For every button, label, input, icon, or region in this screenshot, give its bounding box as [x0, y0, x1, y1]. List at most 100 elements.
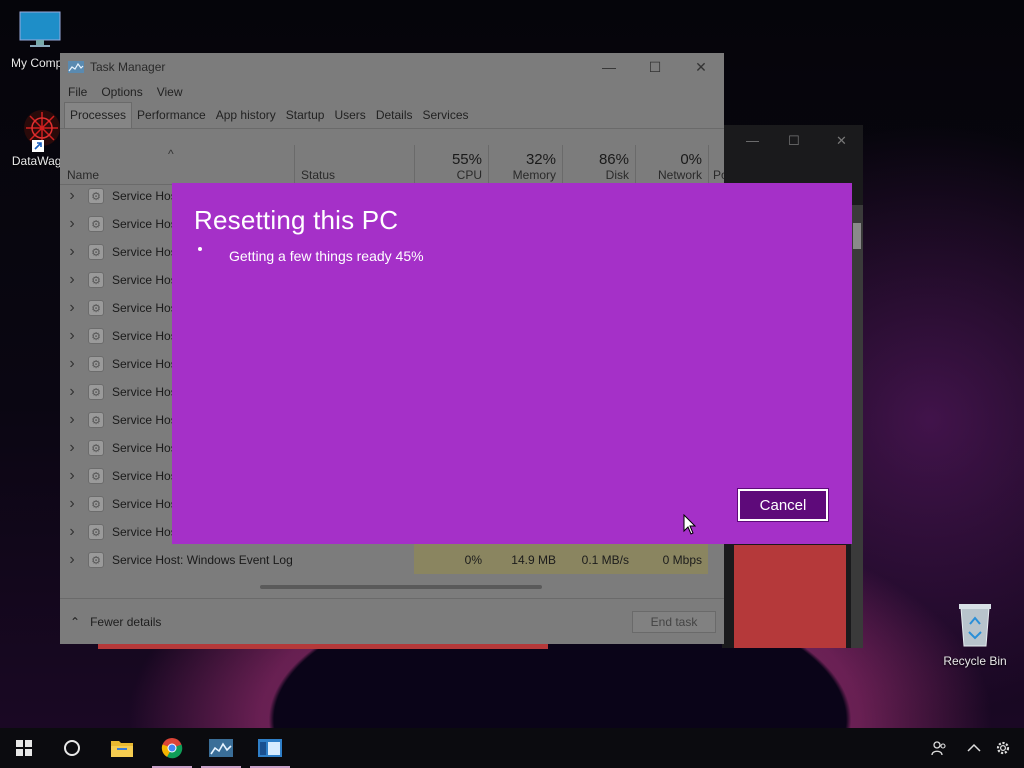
- service-gear-icon: ⚙: [88, 552, 104, 568]
- minimize-button[interactable]: —: [586, 53, 632, 81]
- footer: ⌃ Fewer details End task: [60, 598, 724, 644]
- expand-chevron-icon[interactable]: ›: [60, 551, 84, 569]
- tab-app-history[interactable]: App history: [211, 108, 281, 128]
- process-name: Service Host: Windows Event Log: [112, 553, 293, 567]
- column-cpu-label: CPU: [456, 168, 482, 182]
- tab-processes[interactable]: Processes: [64, 102, 133, 128]
- end-task-button[interactable]: End task: [632, 611, 716, 633]
- cortana-button[interactable]: [48, 728, 96, 768]
- recycle-bin-icon: [959, 604, 991, 647]
- cortana-icon: [64, 740, 80, 756]
- desktop-icon-recycle-bin[interactable]: Recycle Bin: [935, 602, 1015, 668]
- tab-startup[interactable]: Startup: [281, 108, 330, 128]
- expand-chevron-icon[interactable]: ›: [60, 299, 84, 317]
- maximize-button[interactable]: ☐: [788, 133, 800, 149]
- expand-chevron-icon[interactable]: ›: [60, 327, 84, 345]
- red-panel: [734, 545, 846, 648]
- service-gear-icon: ⚙: [88, 216, 104, 232]
- menu-file[interactable]: File: [68, 85, 87, 99]
- file-explorer-icon: [111, 741, 133, 757]
- taskbar-app-window[interactable]: [246, 728, 294, 768]
- expand-chevron-icon[interactable]: ›: [60, 187, 84, 205]
- horizontal-scrollbar-thumb[interactable]: [260, 585, 542, 589]
- task-manager-icon: [209, 739, 233, 757]
- start-icon: [16, 740, 32, 756]
- column-header-name[interactable]: Name: [60, 145, 294, 185]
- start-button[interactable]: [0, 728, 48, 768]
- process-name: Service Hos: [112, 497, 177, 511]
- taskbar-chrome[interactable]: [148, 728, 196, 768]
- cell-cpu: 0%: [414, 546, 488, 574]
- service-gear-icon: ⚙: [88, 356, 104, 372]
- minimize-button[interactable]: —: [746, 133, 759, 148]
- process-name: Service Hos: [112, 385, 177, 399]
- column-header-network[interactable]: 0% Network: [635, 145, 708, 185]
- cancel-button[interactable]: Cancel: [737, 488, 829, 522]
- fewer-details-button[interactable]: ⌃ Fewer details: [70, 615, 161, 629]
- menu-options[interactable]: Options: [101, 85, 142, 99]
- tab-strip: Processes Performance App history Startu…: [60, 102, 724, 129]
- memory-percent: 32%: [525, 151, 556, 168]
- process-name: Service Hos: [112, 441, 177, 455]
- vertical-scrollbar[interactable]: [851, 205, 863, 648]
- people-button[interactable]: [926, 728, 952, 768]
- reset-pc-dialog: Resetting this PC Getting a few things r…: [172, 183, 852, 544]
- column-header-disk[interactable]: 86% Disk: [562, 145, 635, 185]
- taskbar-file-explorer[interactable]: [98, 728, 146, 768]
- taskbar-task-manager[interactable]: [197, 728, 245, 768]
- service-gear-icon: ⚙: [88, 384, 104, 400]
- menu-bar: File Options View: [60, 81, 724, 103]
- menu-view[interactable]: View: [157, 85, 183, 99]
- service-gear-icon: ⚙: [88, 496, 104, 512]
- maximize-button[interactable]: ☐: [632, 53, 678, 81]
- expand-chevron-icon[interactable]: ›: [60, 271, 84, 289]
- process-name: Service Hos: [112, 301, 177, 315]
- process-name: Service Hos: [112, 469, 177, 483]
- expand-chevron-icon[interactable]: ›: [60, 215, 84, 233]
- cell-network: 0 Mbps: [635, 546, 708, 574]
- service-gear-icon: ⚙: [88, 468, 104, 484]
- tab-details[interactable]: Details: [371, 108, 418, 128]
- mouse-cursor-icon: [683, 514, 697, 535]
- process-name: Service Hos: [112, 217, 177, 231]
- tab-users[interactable]: Users: [329, 108, 370, 128]
- chevron-up-icon: ⌃: [70, 614, 81, 629]
- cell-memory: 14.9 MB: [488, 546, 562, 574]
- column-header-status[interactable]: Status: [294, 145, 414, 185]
- dialog-title: Resetting this PC: [194, 205, 399, 235]
- tab-performance[interactable]: Performance: [132, 108, 211, 128]
- expand-chevron-icon[interactable]: ›: [60, 243, 84, 261]
- tab-services[interactable]: Services: [418, 108, 474, 128]
- service-gear-icon: ⚙: [88, 328, 104, 344]
- scrollbar-thumb[interactable]: [853, 223, 861, 249]
- service-gear-icon: ⚙: [88, 188, 104, 204]
- column-header-cpu[interactable]: 55% CPU: [414, 145, 488, 185]
- desktop-icon-label: Recycle Bin: [943, 654, 1007, 668]
- app-window-icon: [258, 739, 282, 757]
- settings-button[interactable]: [990, 728, 1016, 768]
- expand-chevron-icon[interactable]: ›: [60, 383, 84, 401]
- column-name-label: Name: [67, 168, 100, 182]
- process-name: Service Hos: [112, 357, 177, 371]
- service-gear-icon: ⚙: [88, 272, 104, 288]
- expand-chevron-icon[interactable]: ›: [60, 495, 84, 513]
- expand-chevron-icon[interactable]: ›: [60, 355, 84, 373]
- progress-spinner-icon: [198, 247, 202, 251]
- expand-chevron-icon[interactable]: ›: [60, 523, 84, 541]
- shortcut-app-icon: [24, 110, 60, 152]
- column-network-label: Network: [657, 168, 702, 182]
- column-memory-label: Memory: [512, 168, 556, 182]
- close-button[interactable]: ✕: [678, 53, 724, 81]
- dialog-status-text: Getting a few things ready 45%: [229, 248, 424, 264]
- expand-chevron-icon[interactable]: ›: [60, 467, 84, 485]
- fewer-details-label: Fewer details: [90, 614, 162, 629]
- column-header-power[interactable]: Po: [708, 145, 724, 185]
- column-header-memory[interactable]: 32% Memory: [488, 145, 562, 185]
- people-icon: [931, 741, 946, 756]
- expand-chevron-icon[interactable]: ›: [60, 411, 84, 429]
- expand-chevron-icon[interactable]: ›: [60, 439, 84, 457]
- show-hidden-icons-button[interactable]: [962, 728, 986, 768]
- service-gear-icon: ⚙: [88, 440, 104, 456]
- close-button[interactable]: ✕: [836, 133, 847, 149]
- table-row[interactable]: › ⚙ Service Host: Windows Event Log 0% 14.9 …: [60, 546, 708, 574]
